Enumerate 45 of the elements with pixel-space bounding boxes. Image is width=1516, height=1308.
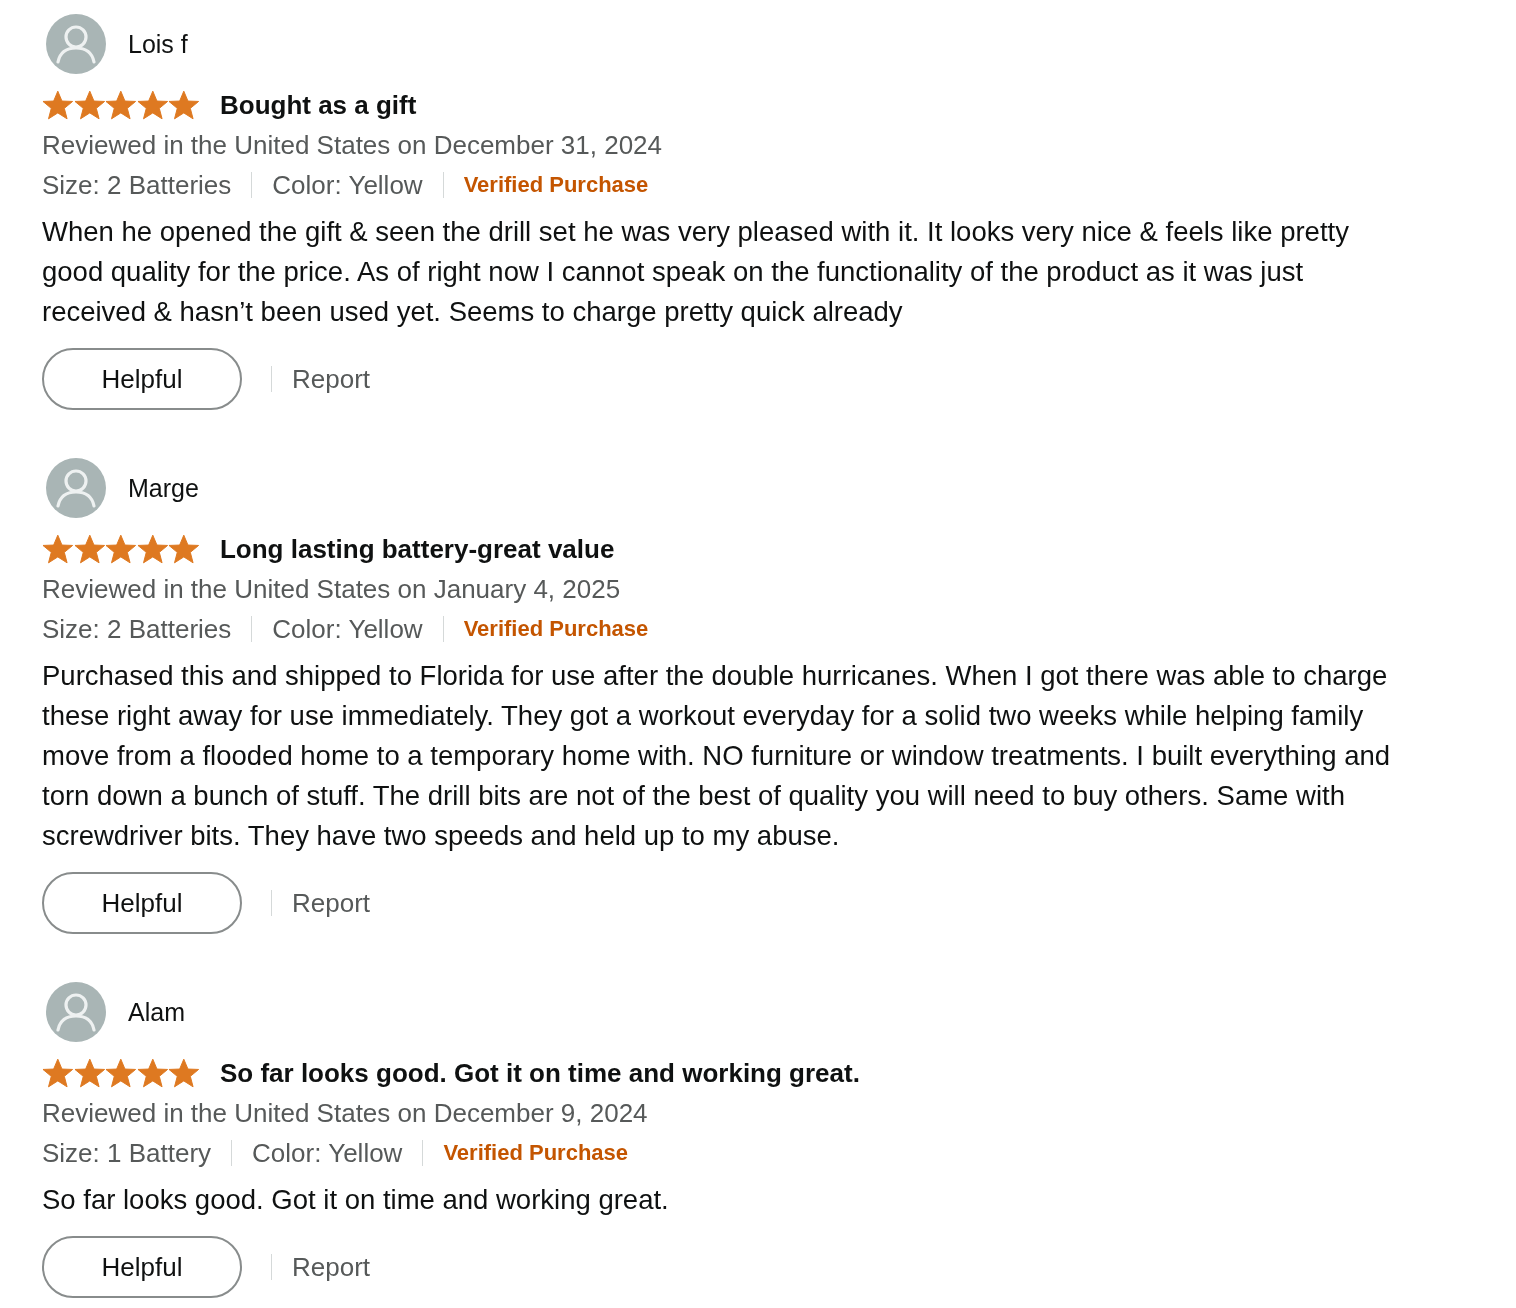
- star-icon: [168, 1058, 200, 1088]
- variant-label[interactable]: Color: Yellow: [252, 1137, 403, 1169]
- review-text: When he opened the gift & seen the drill set he was very pleased with it. It looks very nice & feels like pretty good quality for the price. As of right now I cannot speak on the functionality of the product as it was just received & hasn’t been used yet. Seems to charge pretty quick already: [42, 215, 1350, 329]
- star-icon: [42, 534, 74, 564]
- variant-label[interactable]: Size: 1 Battery: [42, 1137, 212, 1169]
- review-date: Reviewed in the United States on December 9, 2024: [42, 1097, 649, 1130]
- verified-purchase-label: Verified Purchase: [443, 1140, 629, 1166]
- star-icon: [168, 534, 200, 564]
- verified-purchase-label: Verified Purchase: [463, 172, 649, 198]
- star-icon: [105, 534, 137, 564]
- review-date: Reviewed in the United States on December 31, 2024: [42, 129, 664, 162]
- person-avatar-icon: [46, 458, 106, 518]
- reviewer-name: Lois f: [128, 29, 188, 59]
- report-link[interactable]: Report: [292, 363, 371, 395]
- star-icon: [168, 90, 200, 120]
- star-icon: [73, 534, 106, 564]
- review-text: Purchased this and shipped to Florida for use after the double hurricanes. When I got there was able to charge these right away for use immediately. They got a workout everyday for a solid two weeks while helping family move from a flooded home to a temporary home with. NO furniture or window treatments. I built everything and torn down a bunch of stuff. The drill bits are not of the best of quality you will need to buy others. Same with screwdriver bits. They have two speeds and held up to my abuse.: [42, 659, 1392, 853]
- verified-purchase-label: Verified Purchase: [463, 616, 649, 642]
- star-icon: [105, 1058, 137, 1088]
- helpful-button[interactable]: Helpful: [42, 348, 242, 410]
- star-icon: [42, 90, 74, 120]
- review-text: So far looks good. Got it on time and working great.: [42, 1183, 670, 1217]
- variant-label[interactable]: Size: 2 Batteries: [42, 169, 232, 201]
- star-icon: [136, 90, 169, 120]
- person-avatar-icon: [46, 982, 106, 1042]
- variant-label[interactable]: Size: 2 Batteries: [42, 613, 232, 645]
- reviewer-name: Alam: [128, 997, 185, 1027]
- person-avatar-icon: [46, 14, 106, 74]
- star-icon: [73, 1058, 106, 1088]
- star-icon: [105, 90, 137, 120]
- star-icon: [73, 90, 106, 120]
- review-title[interactable]: Bought as a gift: [219, 89, 417, 121]
- report-link[interactable]: Report: [292, 887, 371, 919]
- star-icon: [136, 1058, 169, 1088]
- helpful-button[interactable]: Helpful: [42, 872, 242, 934]
- review-title[interactable]: So far looks good. Got it on time and working great.: [219, 1057, 860, 1089]
- star-icon: [136, 534, 169, 564]
- reviewer-name: Marge: [128, 473, 199, 503]
- report-link[interactable]: Report: [292, 1251, 371, 1283]
- star-icon: [42, 1058, 74, 1088]
- review-date: Reviewed in the United States on January 4, 2025: [42, 573, 622, 606]
- helpful-button[interactable]: Helpful: [42, 1236, 242, 1298]
- variant-label[interactable]: Color: Yellow: [272, 613, 423, 645]
- review-title[interactable]: Long lasting battery-great value: [219, 533, 615, 565]
- variant-label[interactable]: Color: Yellow: [272, 169, 423, 201]
